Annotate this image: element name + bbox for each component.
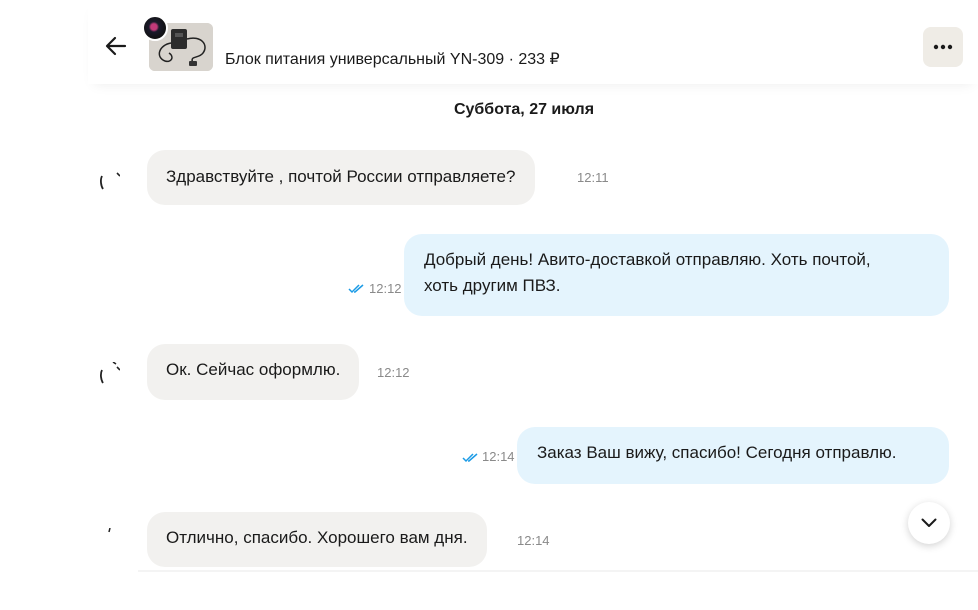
message-text-line: Добрый день! Авито-доставкой отправляю. … bbox=[424, 250, 871, 269]
message-time: 12:11 bbox=[577, 170, 609, 185]
message-time: 12:12 bbox=[369, 281, 402, 296]
message-text: Отлично, спасибо. Хорошего вам дня. bbox=[166, 528, 468, 547]
back-button[interactable] bbox=[104, 34, 128, 58]
message-text-line: хоть другим ПВЗ. bbox=[424, 276, 561, 295]
item-title[interactable]: Блок питания универсальный YN-309 · 233 … bbox=[225, 49, 560, 69]
message-bubble[interactable]: Ок. Сейчас оформлю. bbox=[147, 344, 360, 400]
message-text: Ок. Сейчас оформлю. bbox=[166, 360, 341, 379]
message-text: Здравствуйте , почтой России отправляете… bbox=[166, 167, 516, 186]
seller-avatar[interactable] bbox=[142, 15, 168, 41]
message-time: 12:14 bbox=[482, 449, 515, 464]
composer-divider bbox=[138, 570, 978, 572]
message-time: 12:12 bbox=[377, 365, 410, 380]
scroll-down-button[interactable] bbox=[908, 502, 950, 544]
more-horizontal-icon bbox=[933, 44, 953, 50]
sender-avatar-icon bbox=[100, 362, 120, 384]
message-bubble[interactable]: Заказ Ваш вижу, спасибо! Сегодня отправл… bbox=[517, 427, 949, 484]
arrow-left-icon bbox=[105, 36, 127, 56]
message-time: 12:14 bbox=[517, 533, 550, 548]
double-check-icon bbox=[348, 284, 364, 294]
sender-avatar-icon bbox=[100, 172, 120, 190]
message-bubble[interactable]: Здравствуйте , почтой России отправляете… bbox=[147, 150, 536, 205]
date-separator: Суббота, 27 июля bbox=[453, 101, 595, 118]
sender-avatar-icon bbox=[108, 528, 111, 533]
message-bubble[interactable]: Отлично, спасибо. Хорошего вам дня. bbox=[147, 512, 487, 567]
message-text: Заказ Ваш вижу, спасибо! Сегодня отправл… bbox=[537, 443, 897, 462]
chevron-down-icon bbox=[921, 518, 937, 527]
more-button[interactable] bbox=[923, 27, 963, 67]
chat-header bbox=[88, 0, 978, 84]
double-check-icon bbox=[462, 453, 478, 463]
message-bubble[interactable]: Добрый день! Авито-доставкой отправляю. … bbox=[404, 234, 949, 316]
